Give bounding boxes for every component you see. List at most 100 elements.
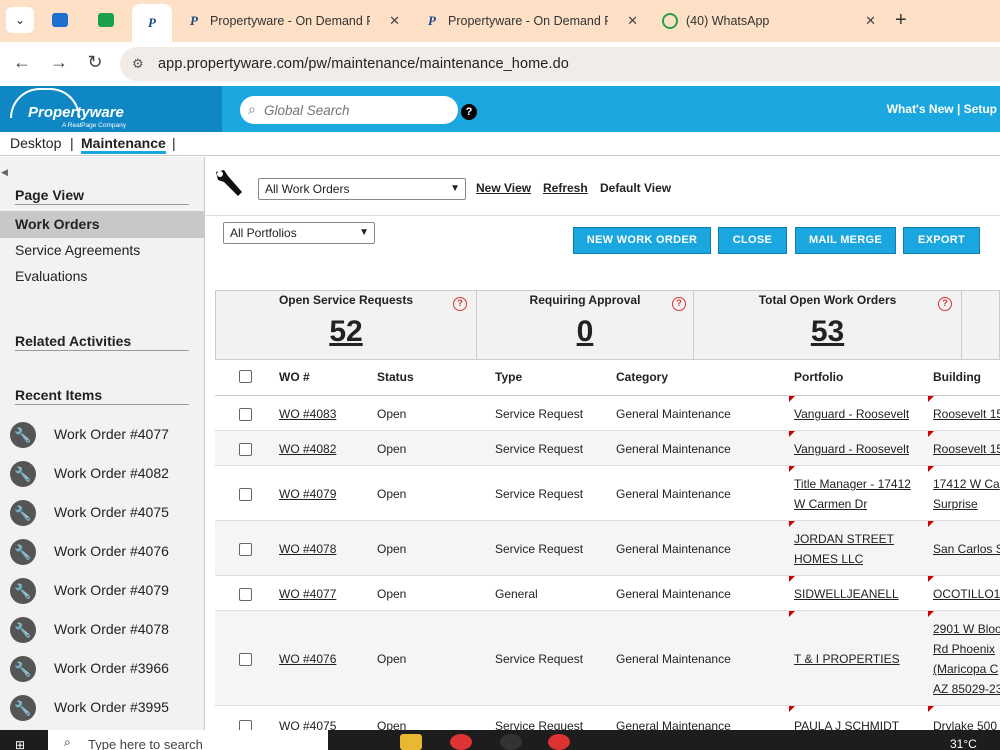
wo-link[interactable]: WO #4079 [279, 484, 336, 504]
portfolio-link[interactable]: JORDAN STREET [794, 529, 894, 549]
taskbar-search[interactable]: ⌕ Type here to search [48, 730, 328, 750]
reload-icon[interactable]: ↻ [83, 52, 107, 73]
chrome-icon[interactable] [548, 734, 570, 750]
tab-whatsapp[interactable]: (40) WhatsApp ✕ [656, 6, 886, 36]
pinned-tab-outlook[interactable] [40, 6, 80, 34]
wo-link[interactable]: WO #4083 [279, 404, 336, 424]
refresh-link[interactable]: Refresh [543, 181, 588, 195]
table-row[interactable]: WO #4082 Open Service Request General Maint… [215, 431, 1000, 466]
wo-link[interactable]: WO #4076 [279, 649, 336, 669]
column-header-category[interactable]: Category [616, 370, 668, 384]
tab-propertyware-1[interactable]: P Propertyware - On Demand Re ✕ [180, 6, 410, 36]
portfolio-link[interactable]: HOMES LLC [794, 549, 863, 569]
back-arrow-icon[interactable]: ← [10, 52, 34, 73]
help-icon[interactable]: ? [461, 104, 477, 120]
close-icon[interactable]: ✕ [865, 13, 876, 29]
stat-value[interactable]: 0 [477, 315, 693, 349]
stat-value[interactable]: 52 [216, 315, 476, 349]
sidebar-item-evaluations[interactable]: Evaluations [15, 268, 87, 284]
building-link[interactable]: 2901 W Bloo [933, 619, 1000, 639]
tab-propertyware-2[interactable]: P Propertyware - On Demand Re ✕ [418, 6, 648, 36]
recent-item[interactable]: 🔧 Work Order #4078 [10, 617, 200, 643]
new-view-link[interactable]: New View [476, 181, 531, 195]
export-button[interactable]: EXPORT [903, 227, 980, 254]
close-icon[interactable]: ✕ [627, 13, 638, 29]
recent-item[interactable]: 🔧 Work Order #4076 [10, 539, 200, 565]
portfolio-link[interactable]: SIDWELLJEANELL [794, 584, 899, 604]
new-tab-button[interactable]: + [895, 10, 907, 30]
row-checkbox[interactable] [239, 488, 252, 501]
row-checkbox[interactable] [239, 588, 252, 601]
whats-new-link[interactable]: What's New [887, 102, 954, 116]
url-field[interactable]: ⚙ app.propertyware.com/pw/maintenance/ma… [120, 47, 1000, 81]
pinned-tab-green[interactable] [86, 6, 126, 34]
help-icon[interactable]: ? [453, 297, 467, 311]
portfolio-link[interactable]: Vanguard - Roosevelt [794, 439, 909, 459]
portfolio-select[interactable]: All Portfolios ▼ [223, 222, 375, 244]
close-icon[interactable]: ✕ [389, 13, 400, 29]
building-link[interactable]: Roosevelt 15 [933, 404, 1000, 424]
table-row[interactable]: WO #4076 Open Service Request General Maint… [215, 611, 1000, 706]
recent-item[interactable]: 🔧 Work Order #3995 [10, 695, 200, 721]
portfolio-link[interactable]: W Carmen Dr [794, 494, 867, 514]
recent-item[interactable]: 🔧 Work Order #4075 [10, 500, 200, 526]
row-checkbox[interactable] [239, 543, 252, 556]
pinned-tab-propertyware[interactable]: P [132, 4, 172, 42]
building-link[interactable]: OCOTILLO1 [933, 584, 1000, 604]
recent-item[interactable]: 🔧 Work Order #4077 [10, 422, 200, 448]
recent-item[interactable]: 🔧 Work Order #3966 [10, 656, 200, 682]
collapse-arrow-icon[interactable]: ◀ [1, 167, 8, 178]
stat-value[interactable]: 53 [694, 315, 961, 349]
column-header-status[interactable]: Status [377, 370, 414, 384]
global-search-input[interactable] [264, 101, 444, 119]
chrome-icon[interactable] [450, 734, 472, 750]
column-header-type[interactable]: Type [495, 370, 522, 384]
portfolio-link[interactable]: Title Manager - 17412 [794, 474, 911, 494]
table-row[interactable]: WO #4083 Open Service Request General Maint… [215, 396, 1000, 431]
portfolio-link[interactable]: T & I PROPERTIES [794, 649, 900, 669]
close-button[interactable]: CLOSE [718, 227, 787, 254]
new-work-order-button[interactable]: NEW WORK ORDER [573, 227, 711, 254]
module-desktop[interactable]: Desktop [10, 135, 61, 151]
recent-item[interactable]: 🔧 Work Order #4082 [10, 461, 200, 487]
building-link[interactable]: (Maricopa C [933, 659, 998, 679]
building-link[interactable]: 17412 W Ca [933, 474, 1000, 494]
column-header-wo[interactable]: WO # [279, 370, 310, 384]
wo-link[interactable]: WO #4078 [279, 539, 336, 559]
recent-item[interactable]: 🔧 Work Order #4079 [10, 578, 200, 604]
sidebar-item-work-orders[interactable]: Work Orders [15, 216, 100, 232]
building-link[interactable]: AZ 85029-23 [933, 679, 1000, 699]
setup-link[interactable]: Setup [964, 102, 997, 116]
propertyware-logo[interactable]: Propertyware A RealPage Company [0, 86, 222, 132]
forward-arrow-icon[interactable]: → [47, 52, 71, 73]
column-header-building[interactable]: Building [933, 370, 981, 384]
wo-link[interactable]: WO #4077 [279, 584, 336, 604]
help-icon[interactable]: ? [938, 297, 952, 311]
wo-link[interactable]: WO #4082 [279, 439, 336, 459]
building-link[interactable]: Surprise [933, 494, 978, 514]
view-select[interactable]: All Work Orders ▼ [258, 178, 466, 200]
help-icon[interactable]: ? [672, 297, 686, 311]
table-row[interactable]: WO #4079 Open Service Request General Maint… [215, 466, 1000, 521]
module-maintenance[interactable]: Maintenance [81, 135, 166, 154]
wrench-icon [216, 170, 242, 196]
site-settings-icon[interactable]: ⚙ [132, 56, 144, 72]
row-checkbox[interactable] [239, 408, 252, 421]
tab-search-button[interactable]: ⌄ [6, 7, 34, 33]
select-all-checkbox[interactable] [239, 370, 252, 383]
table-row[interactable]: WO #4078 Open Service Request General Maint… [215, 521, 1000, 576]
sidebar-item-service-agreements[interactable]: Service Agreements [15, 242, 140, 258]
app-icon[interactable] [500, 734, 522, 750]
row-checkbox[interactable] [239, 443, 252, 456]
mail-merge-button[interactable]: MAIL MERGE [795, 227, 896, 254]
table-row[interactable]: WO #4077 Open General General Maintenance SI… [215, 576, 1000, 611]
file-explorer-icon[interactable] [400, 734, 422, 750]
row-checkbox[interactable] [239, 653, 252, 666]
default-view-label[interactable]: Default View [600, 181, 671, 195]
building-link[interactable]: Roosevelt 15 [933, 439, 1000, 459]
windows-start-icon[interactable]: ⊞ [15, 738, 25, 750]
column-header-portfolio[interactable]: Portfolio [794, 370, 843, 384]
building-link[interactable]: San Carlos S [933, 539, 1000, 559]
building-link[interactable]: Rd Phoenix [933, 639, 995, 659]
portfolio-link[interactable]: Vanguard - Roosevelt [794, 404, 909, 424]
